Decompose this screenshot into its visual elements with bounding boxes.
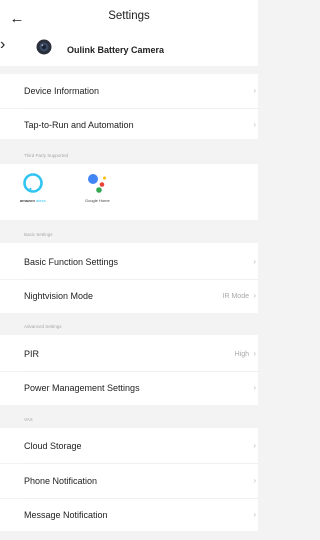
chevron-right-icon: ›	[253, 383, 256, 392]
phone-notification-label: Phone Notification	[24, 476, 98, 486]
pir-label: PIR	[24, 349, 40, 359]
alexa-caption: amazon alexa	[20, 198, 46, 203]
alexa-icon	[22, 173, 43, 193]
tap-to-run-row[interactable]: Tap-to-Run and Automation ›	[0, 109, 258, 139]
alexa-item[interactable]: amazon alexa	[20, 172, 46, 203]
chevron-right-icon: ›	[253, 441, 256, 450]
chevron-right-icon: ›	[0, 36, 6, 53]
nightvision-value: IR Mode	[222, 293, 249, 300]
device-name: Oulink Battery Camera	[67, 45, 165, 55]
cloud-storage-row[interactable]: Cloud Storage ›	[0, 428, 258, 463]
basic-function-row[interactable]: Basic Function Settings ›	[0, 243, 258, 279]
chevron-right-icon: ›	[253, 257, 256, 266]
device-information-label: Device Information	[24, 86, 100, 96]
chevron-right-icon: ›	[253, 349, 256, 358]
cloud-storage-label: Cloud Storage	[24, 441, 82, 451]
chevron-right-icon: ›	[253, 120, 256, 129]
google-home-item[interactable]: Google Home	[85, 172, 110, 203]
power-management-label: Power Management Settings	[24, 383, 140, 393]
section-label-third-party: Third Party Supported	[24, 153, 69, 158]
device-header-row[interactable]: Oulink Battery Camera ›	[0, 36, 258, 66]
camera-lens-icon	[36, 39, 52, 55]
chevron-right-icon: ›	[253, 86, 256, 95]
chevron-right-icon: ›	[253, 291, 256, 300]
device-information-row[interactable]: Device Information ›	[0, 74, 258, 108]
nightvision-row[interactable]: Nightvision Mode IR Mode ›	[0, 280, 258, 313]
basic-function-label: Basic Function Settings	[24, 257, 119, 267]
message-notification-row[interactable]: Message Notification ›	[0, 499, 258, 531]
chevron-right-icon: ›	[253, 510, 256, 519]
pir-row[interactable]: PIR High ›	[0, 335, 258, 371]
chevron-right-icon: ›	[253, 476, 256, 485]
page-title: Settings	[108, 10, 150, 22]
section-label-advanced: Advanced Settings	[24, 324, 62, 329]
phone-notification-row[interactable]: Phone Notification ›	[0, 464, 258, 498]
section-label-vas: VAS	[24, 417, 33, 422]
tap-to-run-label: Tap-to-Run and Automation	[24, 120, 134, 130]
section-label-basic: Basic Settings	[24, 232, 53, 237]
header-bar: ← Settings	[0, 0, 258, 36]
message-notification-label: Message Notification	[24, 510, 108, 520]
pir-value: High	[234, 351, 249, 358]
google-home-caption: Google Home	[85, 198, 110, 203]
nightvision-label: Nightvision Mode	[24, 291, 94, 301]
third-party-panel: amazon alexa Google Home	[0, 164, 258, 220]
power-management-row[interactable]: Power Management Settings ›	[0, 372, 258, 405]
google-assistant-icon	[88, 174, 107, 193]
